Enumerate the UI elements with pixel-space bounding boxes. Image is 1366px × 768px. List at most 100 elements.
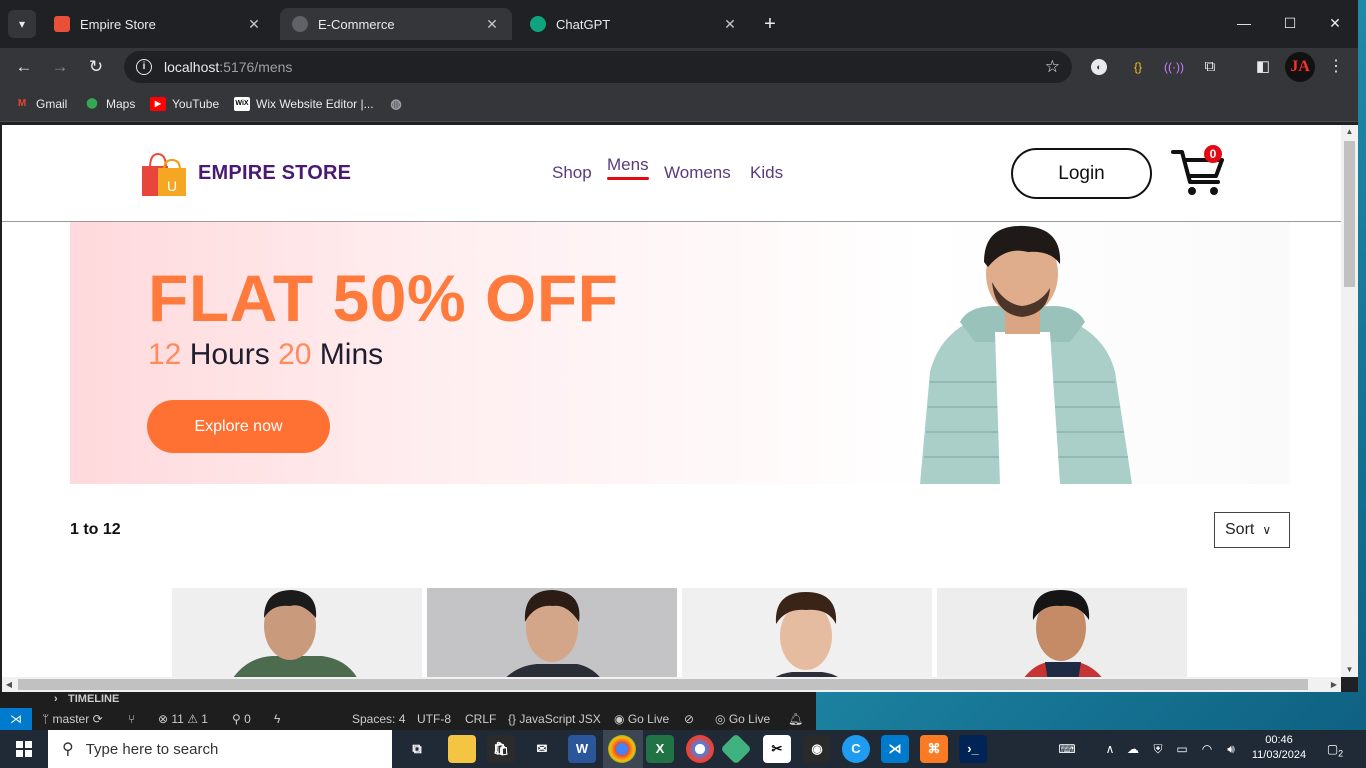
hero-title: FLAT 50% OFF xyxy=(148,261,619,335)
ports-status[interactable]: ⚲ 0 xyxy=(232,708,251,730)
scroll-left-icon[interactable]: ◀ xyxy=(2,677,16,692)
bookmark-star-icon[interactable]: ☆ xyxy=(1045,57,1060,77)
browser-toolbar: ← → ↻ i localhost:5176/mens ☆ ◐ {} ((·))… xyxy=(0,48,1358,86)
close-icon[interactable]: ✕ xyxy=(246,16,262,33)
word-icon[interactable]: W xyxy=(568,735,596,763)
bookmark-gmail[interactable]: M Gmail xyxy=(14,95,68,113)
hero-banner: FLAT 50% OFF 12 Hours 20 Mins Explore no… xyxy=(70,222,1290,484)
file-explorer-icon[interactable] xyxy=(448,735,476,763)
login-button[interactable]: Login xyxy=(1011,148,1152,199)
menu-kebab-icon[interactable]: ⋮ xyxy=(1325,56,1347,78)
forward-icon[interactable]: → xyxy=(46,54,74,80)
diamond-app-icon[interactable] xyxy=(720,733,752,765)
tab-search-button[interactable]: ▾ xyxy=(8,10,36,38)
close-window-icon[interactable]: ✕ xyxy=(1312,0,1358,46)
volume-icon[interactable]: 🔊︎ xyxy=(1220,730,1242,768)
problems-status[interactable]: ⊗ 11 ⚠ 1 xyxy=(158,708,208,730)
close-icon[interactable]: ✕ xyxy=(484,16,500,33)
scrollbar-thumb[interactable] xyxy=(18,679,1308,690)
brand-name[interactable]: EMPIRE STORE xyxy=(198,162,351,185)
davinci-icon[interactable]: ◉ xyxy=(803,735,831,763)
maximize-icon[interactable]: ☐ xyxy=(1267,0,1313,46)
scroll-right-icon[interactable]: ▶ xyxy=(1327,677,1341,692)
language-status[interactable]: {} JavaScript JSX xyxy=(508,708,601,730)
indent-status[interactable]: Spaces: 4 xyxy=(352,708,405,730)
shopping-bag-logo-icon[interactable]: U xyxy=(140,152,188,196)
profile-avatar[interactable]: JA xyxy=(1285,52,1315,82)
minimize-icon[interactable]: — xyxy=(1221,0,1267,46)
golive-status-2[interactable]: ◎ Go Live xyxy=(715,708,770,730)
tray-chevron-up-icon[interactable]: ∧ xyxy=(1100,730,1120,768)
security-icon[interactable]: ⛨ xyxy=(1147,730,1169,768)
product-card[interactable] xyxy=(172,588,422,677)
extensions-puzzle-icon[interactable]: ⧉ xyxy=(1199,56,1221,78)
address-bar[interactable]: i localhost:5176/mens ☆ xyxy=(124,51,1072,83)
nav-womens[interactable]: Womens xyxy=(664,163,731,183)
eye-off-icon[interactable]: ⊘ xyxy=(684,708,694,730)
tab-chatgpt[interactable]: ChatGPT ✕ xyxy=(518,8,750,40)
horizontal-scrollbar[interactable]: ◀ ▶ xyxy=(2,677,1341,692)
lightning-icon[interactable]: ϟ xyxy=(274,708,280,730)
task-view-icon[interactable]: ⧉ xyxy=(403,735,431,763)
mins-label: Mins xyxy=(311,338,384,371)
capcut-icon[interactable]: ✂ xyxy=(763,735,791,763)
reload-icon[interactable]: ↻ xyxy=(82,54,110,80)
clock-time: 00:46 xyxy=(1265,734,1293,746)
taskbar-keyboard-icon[interactable]: ⌨ xyxy=(1053,730,1081,768)
globe-icon: ◍ xyxy=(390,96,402,111)
golive-label: Go Live xyxy=(728,712,771,726)
cloud-icon[interactable]: ☁ xyxy=(1122,730,1144,768)
excel-icon[interactable]: X xyxy=(646,735,674,763)
battery-icon[interactable]: ▭ xyxy=(1171,730,1193,768)
product-card[interactable] xyxy=(427,588,677,677)
scroll-down-icon[interactable]: ▼ xyxy=(1341,663,1358,677)
back-icon[interactable]: ← xyxy=(10,54,38,80)
close-icon[interactable]: ✕ xyxy=(722,16,738,33)
nav-shop[interactable]: Shop xyxy=(552,163,592,183)
chrome-icon[interactable] xyxy=(608,735,636,763)
url-host: localhost xyxy=(164,59,220,75)
wifi-icon[interactable]: ◠ xyxy=(1196,730,1218,768)
canva-icon[interactable]: C xyxy=(842,735,870,763)
golive-status[interactable]: ◉ Go Live xyxy=(614,708,669,730)
vscode-timeline-panel[interactable]: › TIMELINE xyxy=(0,692,816,708)
product-card[interactable] xyxy=(682,588,932,677)
remote-icon[interactable]: ⋊ xyxy=(0,708,32,730)
notifications-icon[interactable]: ▢2 xyxy=(1320,730,1350,768)
system-clock[interactable]: 00:46 11/03/2024 xyxy=(1247,733,1311,763)
side-panel-icon[interactable]: ◧ xyxy=(1252,56,1274,78)
xampp-icon[interactable]: ⌘ xyxy=(920,735,948,763)
chrome-alt-icon[interactable] xyxy=(686,735,714,763)
new-tab-button[interactable]: + xyxy=(758,12,782,36)
sort-dropdown[interactable]: Sort ∨ xyxy=(1214,512,1290,548)
powershell-icon[interactable]: ›_ xyxy=(959,735,987,763)
taskbar-search-input[interactable]: ⚲ Type here to search xyxy=(48,730,392,768)
eol-status[interactable]: CRLF xyxy=(465,708,496,730)
encoding-status[interactable]: UTF-8 xyxy=(417,708,451,730)
bookmark-maps[interactable]: ⬤ Maps xyxy=(84,95,135,113)
tab-empire-store[interactable]: Empire Store ✕ xyxy=(42,8,274,40)
bookmark-globe[interactable]: ◍ xyxy=(388,95,410,113)
nav-mens[interactable]: Mens xyxy=(607,155,649,175)
git-graph-icon[interactable]: ⑂ xyxy=(128,708,135,730)
nav-kids[interactable]: Kids xyxy=(750,163,783,183)
vertical-scrollbar[interactable]: ▲ ▼ xyxy=(1341,125,1358,677)
explore-now-button[interactable]: Explore now xyxy=(147,400,330,453)
extension-icon[interactable]: ◐ xyxy=(1091,59,1107,75)
tab-e-commerce[interactable]: E-Commerce ✕ xyxy=(280,8,512,40)
scrollbar-thumb[interactable] xyxy=(1344,141,1355,287)
windows-taskbar: ⚲ Type here to search ⧉ 🛍︎ ✉ W X ✂ ◉ C ⋊… xyxy=(0,730,1366,768)
store-icon[interactable]: 🛍︎ xyxy=(487,735,515,763)
mail-icon[interactable]: ✉ xyxy=(528,735,556,763)
windows-start-icon[interactable] xyxy=(0,730,48,768)
bookmark-wix[interactable]: WiX Wix Website Editor |... xyxy=(234,95,374,113)
cast-extension-icon[interactable]: ((·)) xyxy=(1163,56,1185,78)
json-extension-icon[interactable]: {} xyxy=(1127,56,1149,78)
bookmark-youtube[interactable]: ▶ YouTube xyxy=(150,95,219,113)
site-info-icon[interactable]: i xyxy=(136,59,152,75)
scroll-up-icon[interactable]: ▲ xyxy=(1341,125,1358,139)
branch-status[interactable]: ᛘ master ⟳ xyxy=(42,708,103,730)
bell-icon[interactable]: 🔔︎ xyxy=(788,708,803,730)
vscode-icon[interactable]: ⋊ xyxy=(881,735,909,763)
product-card[interactable] xyxy=(937,588,1187,677)
